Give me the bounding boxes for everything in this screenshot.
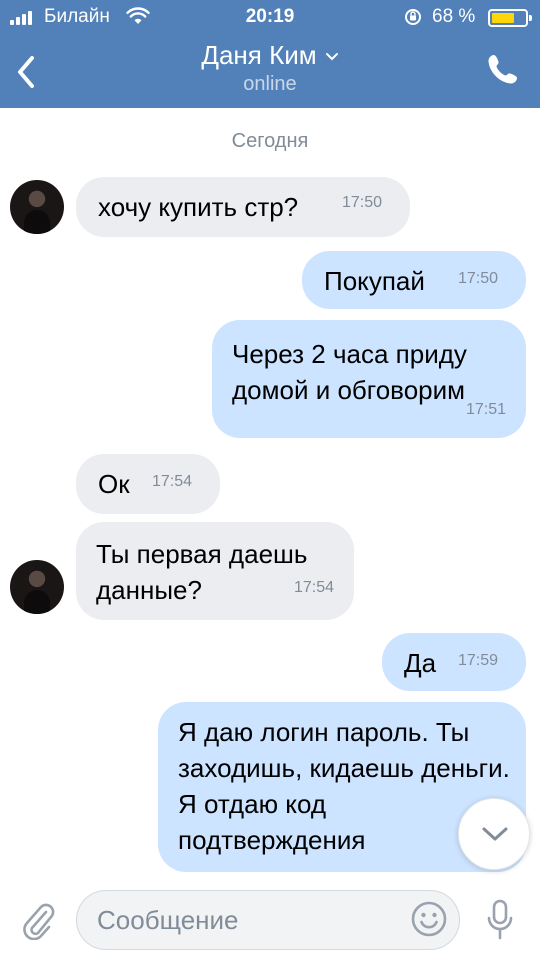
message-bubble-outgoing[interactable]: Да 17:59 [382, 633, 526, 691]
top-bar: Билайн 20:19 68 % Даня Ким online [0, 0, 540, 108]
message-input[interactable]: Сообщение [76, 890, 460, 950]
date-separator: Сегодня [231, 130, 309, 152]
message-time: 17:50 [458, 270, 499, 287]
status-bar: Билайн 20:19 68 % [0, 0, 540, 36]
message-bubble-incoming[interactable]: Ок 17:54 [76, 454, 220, 514]
scroll-down-button[interactable] [458, 798, 530, 870]
rotation-lock-icon [405, 9, 421, 25]
battery-percent: 68 % [432, 6, 476, 27]
phone-icon[interactable] [486, 52, 520, 86]
message-time: 17:54 [293, 579, 334, 596]
message-text: хочу купить стр? [98, 192, 299, 222]
message-bubble-outgoing[interactable]: Покупай 17:50 [302, 251, 526, 309]
chat-title-row[interactable]: Даня Ким [201, 40, 338, 71]
message-bubble-outgoing[interactable]: Через 2 часа приду домой и обговорим 17:… [212, 320, 526, 438]
message-input-placeholder: Сообщение [97, 905, 239, 935]
message-bubble-incoming[interactable]: Ты первая даешь данные? 17:54 [76, 522, 354, 620]
message-text: Ок [98, 469, 130, 499]
microphone-icon[interactable] [486, 898, 514, 942]
chat-title: Даня Ким [201, 40, 317, 70]
presence-status: online [243, 73, 297, 95]
battery-fill [492, 13, 514, 23]
scroll-down-icon [482, 827, 508, 841]
composer: Сообщение [0, 876, 540, 960]
chat-header[interactable]: Даня Ким online [0, 40, 540, 96]
battery-icon [488, 9, 532, 27]
message-time: 17:54 [152, 473, 193, 490]
chevron-down-icon [325, 52, 338, 60]
message-time: 17:50 [342, 194, 383, 211]
message-time: 17:51 [465, 401, 506, 418]
message-bubble-incoming[interactable]: хочу купить стр? 17:50 [76, 177, 410, 237]
avatar[interactable] [10, 560, 64, 614]
paperclip-icon[interactable] [20, 900, 56, 940]
message-text: Покупай [324, 266, 425, 296]
message-time: 17:59 [458, 652, 499, 669]
avatar[interactable] [10, 180, 64, 234]
message-text: Да [404, 648, 437, 678]
emoji-icon[interactable] [410, 900, 448, 938]
